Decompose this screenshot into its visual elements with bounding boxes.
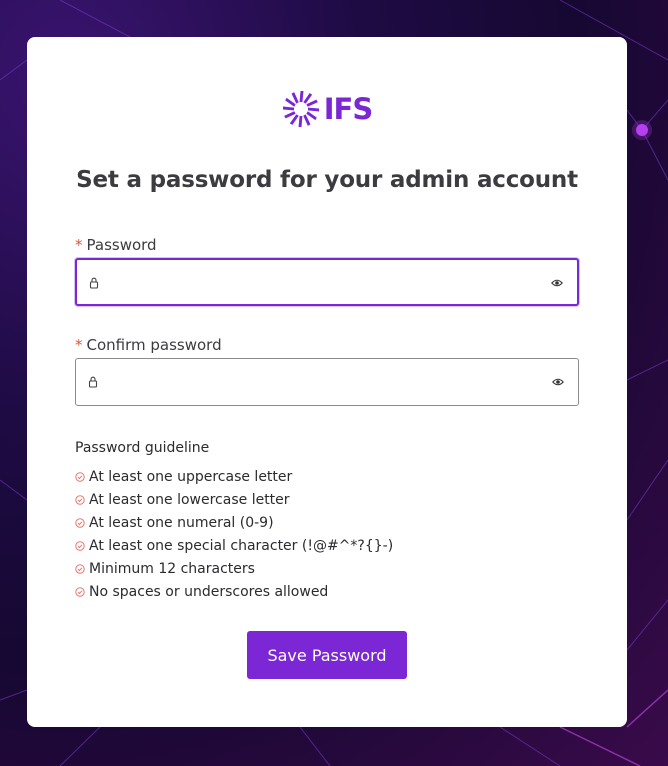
lock-icon bbox=[89, 277, 99, 289]
check-circle-icon bbox=[75, 494, 85, 505]
guideline-text: At least one lowercase letter bbox=[89, 491, 290, 508]
guideline-item: No spaces or underscores allowed bbox=[75, 580, 393, 603]
page-title: Set a password for your admin account bbox=[76, 167, 578, 193]
check-circle-icon bbox=[75, 517, 85, 528]
logo-text: IFS bbox=[323, 91, 373, 126]
guideline-item: At least one numeral (0-9) bbox=[75, 511, 393, 534]
check-circle-icon bbox=[75, 586, 85, 597]
guideline-item: Minimum 12 characters bbox=[75, 557, 393, 580]
guideline-title: Password guideline bbox=[75, 440, 210, 456]
required-marker: * bbox=[75, 236, 83, 254]
eye-icon[interactable] bbox=[552, 377, 564, 387]
guideline-item: At least one special character (!@#^*?{}… bbox=[75, 534, 393, 557]
eye-icon[interactable] bbox=[551, 278, 563, 288]
guideline-item: At least one uppercase letter bbox=[75, 465, 393, 488]
guideline-text: At least one uppercase letter bbox=[89, 468, 293, 485]
save-password-button[interactable]: Save Password bbox=[247, 631, 407, 679]
check-circle-icon bbox=[75, 471, 85, 482]
guideline-text: At least one special character (!@#^*?{}… bbox=[89, 537, 394, 554]
guideline-text: Minimum 12 characters bbox=[89, 560, 255, 577]
ifs-logo: IFS bbox=[27, 89, 627, 129]
password-field[interactable] bbox=[75, 258, 579, 306]
guideline-text: At least one numeral (0-9) bbox=[89, 514, 274, 531]
confirm-password-label-text: Confirm password bbox=[86, 336, 222, 354]
password-input[interactable] bbox=[109, 260, 539, 304]
guideline-text: No spaces or underscores allowed bbox=[89, 583, 329, 600]
required-marker: * bbox=[75, 336, 83, 354]
check-circle-icon bbox=[75, 540, 85, 551]
lock-icon bbox=[88, 376, 98, 388]
ifs-swirl-icon bbox=[282, 91, 319, 127]
guideline-list: At least one uppercase letter At least o… bbox=[75, 465, 393, 603]
confirm-password-input[interactable] bbox=[108, 359, 538, 405]
password-setup-card: IFS Set a password for your admin accoun… bbox=[27, 37, 627, 727]
confirm-password-field[interactable] bbox=[75, 358, 579, 406]
guideline-item: At least one lowercase letter bbox=[75, 488, 393, 511]
password-label-text: Password bbox=[86, 236, 157, 254]
password-label: * Password bbox=[75, 236, 157, 254]
confirm-password-label: * Confirm password bbox=[75, 336, 222, 354]
check-circle-icon bbox=[75, 563, 85, 574]
